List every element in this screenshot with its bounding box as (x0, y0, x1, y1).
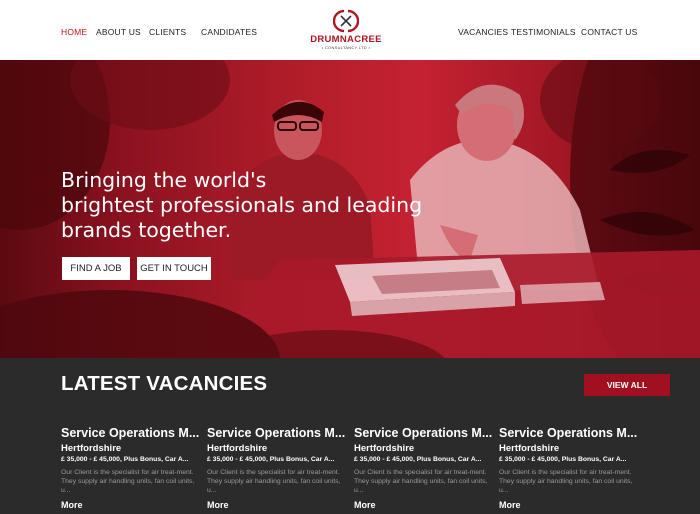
nav-home[interactable]: HOME (61, 27, 87, 37)
vacancy-more-link[interactable]: More (354, 499, 376, 511)
vacancy-description: Our Client is the specialist for air tre… (354, 469, 488, 494)
vacancy-location: Hertfordshire (61, 443, 122, 454)
vacancy-card[interactable]: Service Operations M... Hertfordshire £ … (207, 426, 345, 514)
vacancy-location: Hertfordshire (354, 443, 415, 454)
vacancy-description: Our Client is the specialist for air tre… (61, 469, 195, 494)
vacancy-title[interactable]: Service Operations M... (499, 426, 637, 441)
hero-banner: Bringing the world's brightest professio… (0, 60, 700, 358)
section-title: LATEST VACANCIES (61, 372, 268, 395)
find-a-job-button[interactable]: FIND A JOB (62, 257, 130, 280)
vacancy-salary: £ 35,000 - £ 45,000, Plus Bonus, Car A..… (354, 456, 482, 463)
site-logo[interactable]: DRUMNACREE • CONSULTANCY LTD • (306, 8, 386, 56)
hero-headline-line-2: brightest professionals and leading (61, 193, 423, 217)
vacancy-title[interactable]: Service Operations M... (207, 426, 345, 441)
nav-candidates[interactable]: CANDIDATES (201, 27, 257, 37)
vacancy-description: Our Client is the specialist for air tre… (207, 469, 341, 494)
logo-subtitle: • CONSULTANCY LTD • (321, 46, 371, 50)
vacancy-description: Our Client is the specialist for air tre… (499, 469, 633, 494)
logo-mark-icon (332, 8, 360, 34)
view-all-button[interactable]: VIEW ALL (584, 374, 670, 396)
nav-vacancies[interactable]: VACANCIES (458, 27, 508, 37)
vacancy-card[interactable]: Service Operations M... Hertfordshire £ … (61, 426, 199, 514)
vacancy-salary: £ 35,000 - £ 45,000, Plus Bonus, Car A..… (207, 456, 335, 463)
vacancy-salary: £ 35,000 - £ 45,000, Plus Bonus, Car A..… (499, 456, 627, 463)
vacancy-card[interactable]: Service Operations M... Hertfordshire £ … (354, 426, 492, 514)
vacancy-more-link[interactable]: More (61, 499, 83, 511)
latest-vacancies-section: LATEST VACANCIES VIEW ALL Service Operat… (0, 358, 700, 514)
logo-name: DRUMNACREE (310, 34, 382, 45)
vacancy-more-link[interactable]: More (499, 499, 521, 511)
site-header: HOME ABOUT US CLIENTS CANDIDATES DRUMNAC… (0, 0, 700, 60)
hero-headline-line-3: brands together. (61, 218, 232, 242)
vacancy-title[interactable]: Service Operations M... (354, 426, 492, 441)
nav-clients[interactable]: CLIENTS (149, 27, 186, 37)
vacancy-location: Hertfordshire (207, 443, 268, 454)
hero-headline-line-1: Bringing the world's (61, 168, 267, 192)
vacancy-more-link[interactable]: More (207, 499, 229, 511)
nav-about-us[interactable]: ABOUT US (96, 27, 141, 37)
nav-contact-us[interactable]: CONTACT US (581, 27, 637, 37)
vacancy-title[interactable]: Service Operations M... (61, 426, 199, 441)
vacancy-salary: £ 35,000 - £ 45,000, Plus Bonus, Car A..… (61, 456, 189, 463)
nav-testimonials[interactable]: TESTIMONIALS (511, 27, 576, 37)
vacancy-card[interactable]: Service Operations M... Hertfordshire £ … (499, 426, 637, 514)
get-in-touch-button[interactable]: GET IN TOUCH (137, 257, 211, 280)
hero-headline: Bringing the world's brightest professio… (61, 168, 441, 243)
vacancy-location: Hertfordshire (499, 443, 560, 454)
